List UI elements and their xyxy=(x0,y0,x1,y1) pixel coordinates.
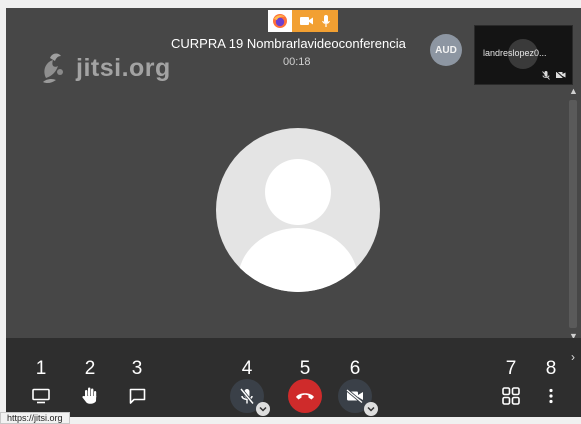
more-options-button[interactable] xyxy=(539,384,563,408)
jitsi-logo-icon xyxy=(43,53,63,84)
more-options-icon xyxy=(549,388,553,404)
screen-share-icon xyxy=(32,388,50,404)
toolbar-item-more: 8 xyxy=(531,338,571,408)
status-bar-url: https://jitsi.org xyxy=(0,412,70,424)
firefox-icon xyxy=(268,10,292,32)
chevron-right-icon[interactable]: › xyxy=(571,350,575,364)
hangup-icon xyxy=(296,393,314,400)
participant-badge[interactable]: AUD xyxy=(430,34,462,66)
mic-muted-icon xyxy=(240,387,254,404)
thumbnail-status-icons xyxy=(542,71,566,80)
toolbar-item-chat: 3 xyxy=(117,338,157,408)
logo-text: jitsi.org xyxy=(76,53,171,82)
mic-muted-icon xyxy=(542,71,550,80)
microphone-button[interactable] xyxy=(230,379,270,416)
toolbar-number: 7 xyxy=(505,358,517,379)
filmstrip-scrollbar[interactable] xyxy=(569,100,577,328)
participant-thumbnail[interactable]: landreslopez0... xyxy=(474,25,573,85)
hangup-button[interactable] xyxy=(288,379,322,413)
media-indicator xyxy=(292,10,338,32)
screen-share-button[interactable] xyxy=(29,384,53,408)
browser-frame: jitsi.org CURPRA 19 Nombrarlavideoconfer… xyxy=(0,0,581,424)
meeting-timer: 00:18 xyxy=(283,56,311,68)
chevron-down-icon xyxy=(367,406,375,412)
camera-button[interactable] xyxy=(338,379,378,416)
mic-options-button[interactable] xyxy=(256,402,270,416)
toolbar-item-screenshare: 1 xyxy=(21,338,61,408)
tile-view-button[interactable] xyxy=(499,384,523,408)
jitsi-logo[interactable]: jitsi.org xyxy=(36,48,171,88)
toolbar-item-hangup: 5 xyxy=(285,338,325,413)
chat-icon xyxy=(129,388,145,404)
raise-hand-icon xyxy=(82,387,97,404)
toolbar-number: 3 xyxy=(131,358,143,379)
chevron-down-icon xyxy=(259,406,267,412)
camera-off-icon xyxy=(346,389,363,403)
default-avatar-icon xyxy=(238,159,358,292)
camera-icon xyxy=(300,17,313,25)
camera-off-icon xyxy=(556,71,566,79)
microphone-icon xyxy=(322,14,330,27)
toolbar-item-camera: 6 xyxy=(335,338,378,416)
raise-hand-button[interactable] xyxy=(78,384,102,408)
toolbar-item-microphone: 4 xyxy=(227,338,270,416)
toolbar: 1 2 3 4 5 6 7 8 xyxy=(6,338,581,417)
meeting-stage: jitsi.org CURPRA 19 Nombrarlavideoconfer… xyxy=(6,8,581,417)
meeting-subject: CURPRA 19 Nombrarlavideoconferencia xyxy=(171,36,406,51)
toolbar-item-tile-view: 7 xyxy=(491,338,531,408)
toolbar-number: 1 xyxy=(35,358,47,379)
toolbar-number: 8 xyxy=(545,358,557,379)
toolbar-number: 2 xyxy=(84,358,96,379)
chat-button[interactable] xyxy=(125,384,149,408)
participant-avatar xyxy=(216,128,380,292)
camera-options-button[interactable] xyxy=(364,402,378,416)
sharing-indicator[interactable] xyxy=(268,10,338,32)
thumbnail-name: landreslopez0... xyxy=(483,48,547,58)
toolbar-item-raise-hand: 2 xyxy=(70,338,110,408)
scroll-up-icon[interactable]: ▲ xyxy=(569,86,578,96)
tile-view-icon xyxy=(502,387,520,405)
